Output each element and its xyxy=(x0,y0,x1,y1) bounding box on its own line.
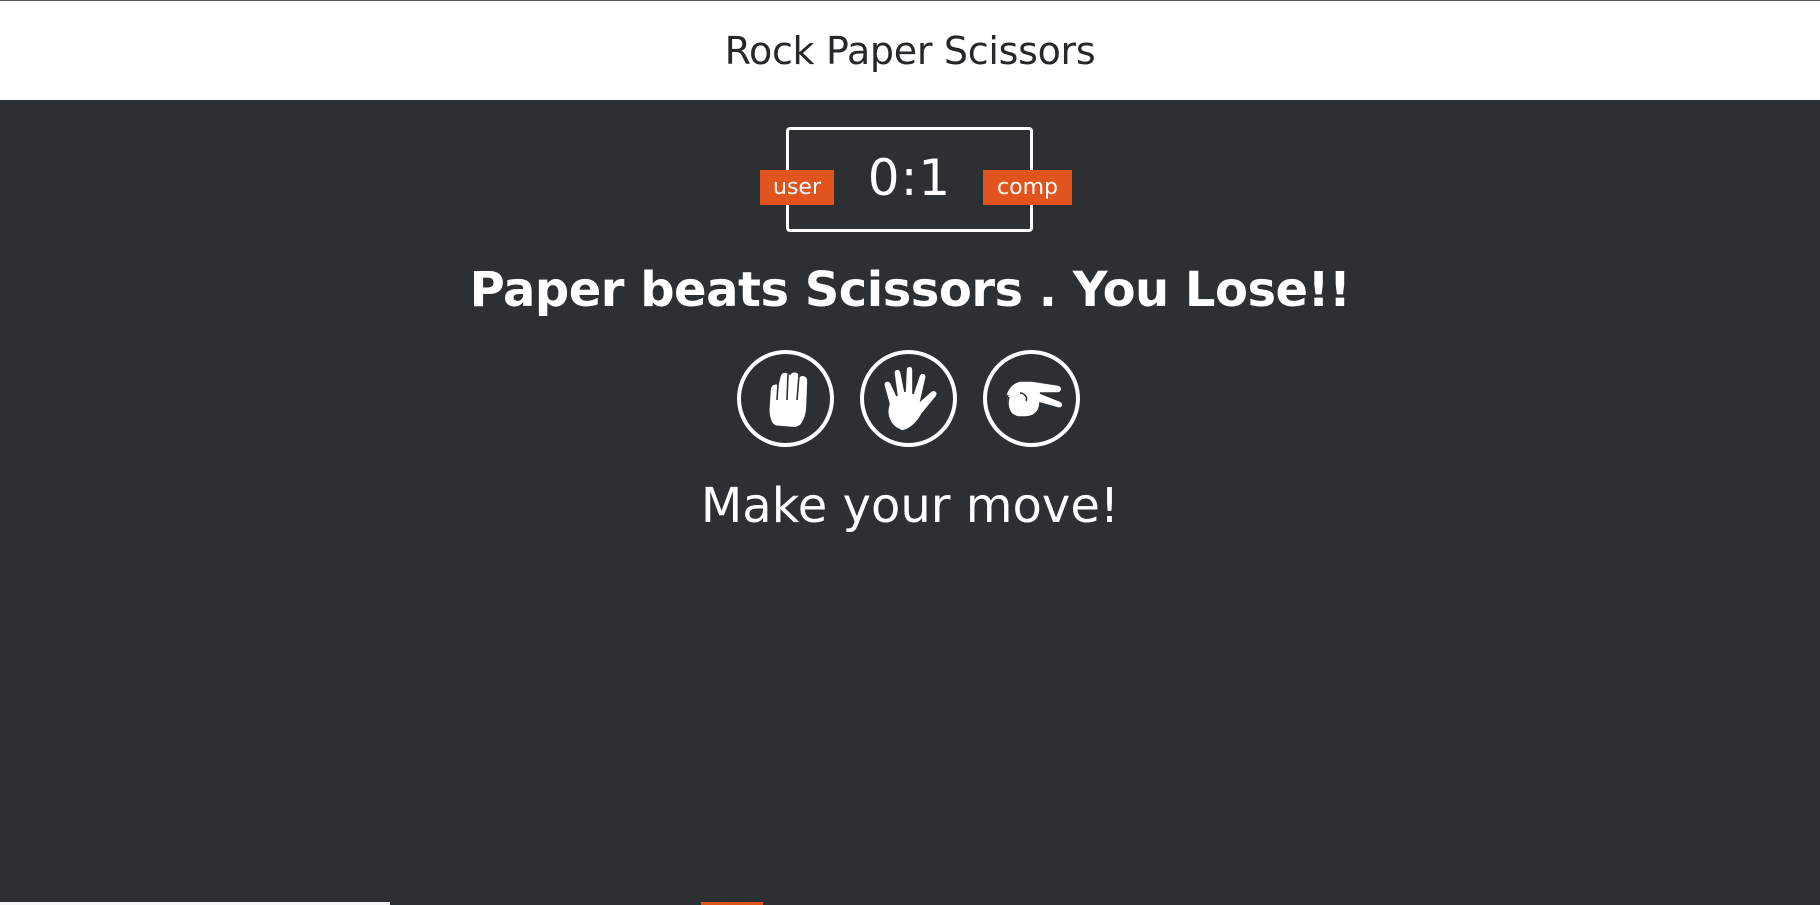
scoreboard: user 0:1 comp xyxy=(760,127,1072,232)
scissors-choice-button[interactable] xyxy=(983,350,1080,447)
scissors-hand-icon xyxy=(1004,379,1064,418)
result-message: Paper beats Scissors . You Lose!! xyxy=(469,262,1351,318)
user-score-label: user xyxy=(760,170,834,205)
paper-choice-button[interactable] xyxy=(860,350,957,447)
app-header: Rock Paper Scissors xyxy=(0,0,1820,100)
rock-choice-button[interactable] xyxy=(737,350,834,447)
comp-score-label: comp xyxy=(983,170,1072,205)
page-title: Rock Paper Scissors xyxy=(724,28,1096,73)
action-message: Make your move! xyxy=(700,478,1120,534)
paper-hand-icon xyxy=(882,364,938,432)
rock-fist-icon xyxy=(767,370,809,432)
score-value: 0:1 xyxy=(867,148,952,207)
choices xyxy=(737,350,1084,447)
